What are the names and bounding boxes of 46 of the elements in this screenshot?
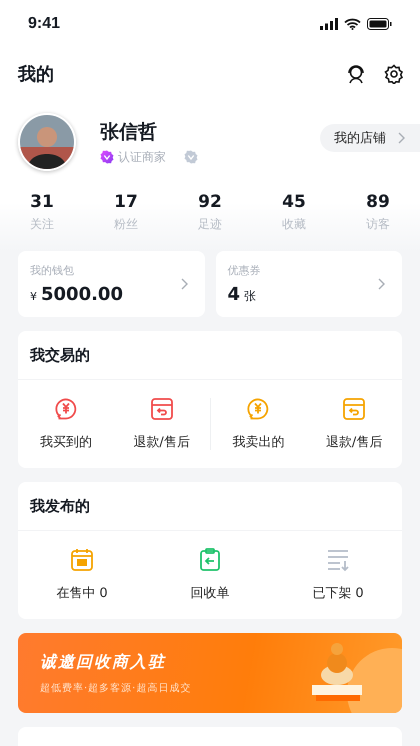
chevron-icon [396,131,406,145]
verified-badge-icon [100,150,114,164]
stat-value[interactable]: 31 [30,192,54,212]
signal-icon [320,18,338,30]
service-icon[interactable] [346,64,366,84]
sale-calendar-icon[interactable] [70,548,94,572]
return-box-icon[interactable] [342,397,366,421]
battery-icon [367,18,392,30]
return-box-icon[interactable] [150,397,174,421]
stat-value[interactable]: 92 [198,192,222,212]
chevron-icon [376,277,386,291]
badge-label: 认证商家 [118,148,166,166]
coupon-unit: 张 [244,288,256,305]
grid-item-label[interactable]: 在售中 0 [56,584,108,602]
stat-value[interactable]: 89 [366,192,390,212]
coupon-label: 优惠券 [228,263,260,278]
wallet-amount: 5000.00 [41,284,123,305]
coupon-count: 4 [228,284,240,305]
grid-item-label[interactable]: 已下架 0 [312,584,364,602]
wallet-card[interactable]: 我的钱包 ¥ 5000.00 [18,251,204,317]
my-store-button[interactable]: 我的店铺 [320,124,420,152]
stat-value[interactable]: 45 [282,192,306,212]
coupon-card[interactable]: 优惠券 4 张 [216,251,402,317]
stat-value[interactable]: 17 [114,192,138,212]
chevron-icon [178,277,188,291]
yuan-coin-icon[interactable] [54,397,78,421]
banner-subtitle: 超低费率·超多客源·超高日成交 [40,682,192,694]
sort-list-icon[interactable] [326,548,350,572]
page-title: 我的 [18,63,54,86]
user-name: 张信哲 [100,120,158,144]
clipboard-icon[interactable] [198,548,222,572]
currency-symbol: ¥ [30,290,37,303]
grid-item-label[interactable]: 我买到的 [40,433,92,451]
verified-mark-icon [184,150,198,164]
yuan-coin-icon[interactable] [246,397,270,421]
status-time: 9:41 [28,15,60,33]
grid-item-label[interactable]: 退款/售后 [326,433,382,451]
settings-icon[interactable] [384,64,404,84]
wifi-icon [344,18,361,30]
section-title: 我交易的 [18,331,402,380]
grid-item-label[interactable]: 我卖出的 [232,433,284,451]
grid-item-label[interactable]: 回收单 [190,584,230,602]
wallet-label: 我的钱包 [30,263,75,278]
grid-item-label[interactable]: 退款/售后 [133,433,190,451]
banner-title: 诚邀回收商入驻 [40,652,167,672]
section-title: 我发布的 [18,482,402,531]
